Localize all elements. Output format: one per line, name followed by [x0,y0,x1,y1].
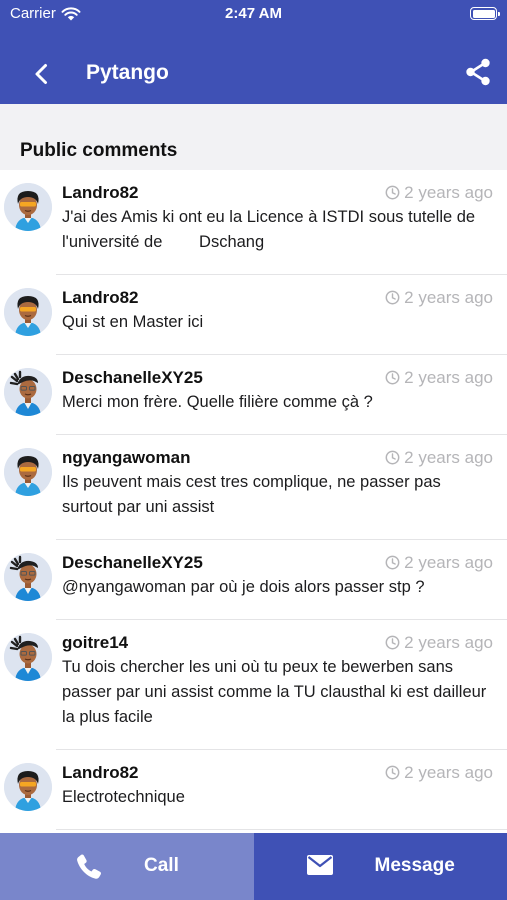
comment-item[interactable]: Landro82 2 years ago J'ai des Amis ki ont … [0,170,507,275]
comment-item[interactable]: DeschanelleXY25 2 years ago @nyangawoman p… [0,540,507,620]
comment-body: DeschanelleXY25 2 years ago @nyangawoman p… [62,540,507,620]
comment-header: ngyangawoman 2 years ago [62,446,493,469]
comment-timestamp: 2 years ago [385,553,493,573]
avatar[interactable] [4,448,52,496]
share-icon [466,58,490,86]
avatar[interactable] [4,288,52,336]
timestamp-label: 2 years ago [404,367,493,387]
comment-header: DeschanelleXY25 2 years ago [62,551,493,574]
timestamp-label: 2 years ago [404,287,493,307]
comment-text: J'ai des Amis ki ont eu la Licence à IST… [62,208,480,251]
back-button[interactable] [28,60,54,88]
comment-timestamp: 2 years ago [385,633,493,653]
timestamp-label: 2 years ago [404,552,493,572]
comment-header: Landro82 2 years ago [62,286,493,309]
page-title: Pytango [86,61,169,84]
clock-icon [385,185,400,200]
comment-body: DeschanelleXY25 2 years ago Merci mon frèr… [62,355,507,435]
comment-text: Electrotechnique [62,788,185,806]
comment-author[interactable]: DeschanelleXY25 [62,368,203,388]
comment-body: ngyangawoman 2 years ago Ils peuvent mais … [62,435,507,540]
comment-author[interactable]: Landro82 [62,183,139,203]
comment-text: @nyangawoman par où je dois alors passer… [62,578,425,596]
comment-header: Landro82 2 years ago [62,761,493,784]
comment-list[interactable]: Landro82 2 years ago J'ai des Amis ki ont … [0,170,507,833]
comment-body: Landro82 2 years ago Qui st en Master ici [62,275,507,355]
avatar[interactable] [4,633,52,681]
avatar[interactable] [4,763,52,811]
timestamp-label: 2 years ago [404,182,493,202]
comment-header: goitre14 2 years ago [62,631,493,654]
comment-item[interactable]: Landro82 2 years ago Electrotechnique [0,750,507,830]
battery-icon [470,7,500,20]
comment-timestamp: 2 years ago [385,448,493,468]
timestamp-label: 2 years ago [404,632,493,652]
comment-item[interactable]: goitre14 2 years ago Tu dois chercher les … [0,620,507,750]
share-button[interactable] [463,57,493,87]
status-time: 2:47 AM [225,5,282,22]
comment-text: Tu dois chercher les uni où tu peux te b… [62,658,491,726]
message-label: Message [374,855,455,876]
comments-section-header: Public comments [0,104,507,170]
comment-timestamp: 2 years ago [385,763,493,783]
avatar[interactable] [4,183,52,231]
clock-icon [385,290,400,305]
status-bar: Carrier 2:47 AM [0,0,507,28]
chevron-left-icon [35,64,47,84]
call-label: Call [144,855,179,876]
nav-bar: Pytango [0,44,507,102]
action-footer: Call Message [0,833,507,900]
comment-text: Qui st en Master ici [62,313,204,331]
comment-timestamp: 2 years ago [385,183,493,203]
timestamp-label: 2 years ago [404,762,493,782]
app-header: Carrier 2:47 AM Pytango [0,0,507,104]
comment-timestamp: 2 years ago [385,368,493,388]
comment-item[interactable]: DeschanelleXY25 2 years ago Merci mon frèr… [0,355,507,435]
avatar[interactable] [4,553,52,601]
comment-item[interactable]: Landro82 2 years ago Qui st en Master ici [0,275,507,355]
comment-text: Ils peuvent mais cest tres complique, ne… [62,473,446,516]
comment-author[interactable]: Landro82 [62,763,139,783]
comment-body: Landro82 2 years ago J'ai des Amis ki ont … [62,170,507,275]
comment-author[interactable]: goitre14 [62,633,128,653]
comment-body: goitre14 2 years ago Tu dois chercher les … [62,620,507,750]
comment-item[interactable]: ngyangawoman 2 years ago Ils peuvent mais … [0,435,507,540]
timestamp-label: 2 years ago [404,447,493,467]
comment-author[interactable]: DeschanelleXY25 [62,553,203,573]
comment-timestamp: 2 years ago [385,288,493,308]
clock-icon [385,765,400,780]
message-button[interactable]: Message [253,833,507,900]
call-button[interactable]: Call [0,833,254,900]
section-title: Public comments [20,140,178,161]
avatar[interactable] [4,368,52,416]
clock-icon [385,635,400,650]
comment-header: Landro82 2 years ago [62,181,493,204]
phone-icon [77,854,102,879]
comment-header: DeschanelleXY25 2 years ago [62,366,493,389]
clock-icon [385,450,400,465]
comment-text: Merci mon frère. Quelle filière comme çà… [62,393,373,411]
clock-icon [385,370,400,385]
clock-icon [385,555,400,570]
envelope-icon [306,855,333,875]
comment-author[interactable]: ngyangawoman [62,448,190,468]
comment-body: Landro82 2 years ago Electrotechnique [62,750,507,830]
comment-author[interactable]: Landro82 [62,288,139,308]
